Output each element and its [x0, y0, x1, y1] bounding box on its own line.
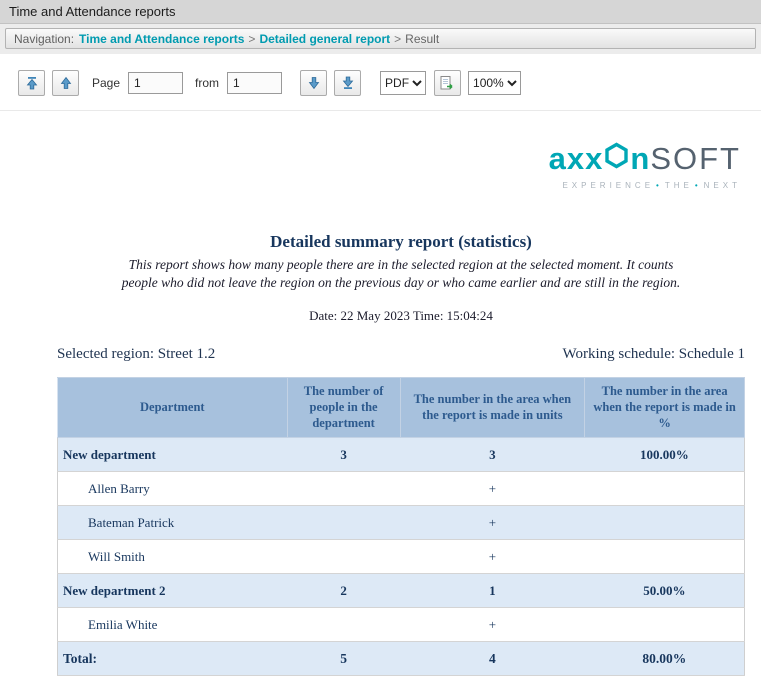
report-title: Detailed summary report (statistics) [57, 232, 745, 252]
last-page-button[interactable] [334, 70, 361, 96]
breadcrumb: Navigation: Time and Attendance reports >… [5, 28, 756, 49]
department-cell: Emilia White [58, 608, 288, 642]
department-cell: Total: [58, 642, 288, 676]
report-page: axx nSOFT EXPERIENCE•THE•NEXT Detailed s… [0, 141, 761, 676]
breadcrumb-separator: > [248, 32, 255, 46]
value-cell: 50.00% [585, 574, 745, 608]
export-format-select[interactable]: PDF [380, 71, 426, 95]
breadcrumb-item: Result [405, 32, 439, 46]
table-row: Bateman Patrick + [58, 506, 745, 540]
previous-page-button[interactable] [52, 70, 79, 96]
tagline-word: THE [665, 181, 693, 190]
value-cell: 3 [400, 438, 585, 472]
page-count-input[interactable] [227, 72, 282, 94]
department-cell: New department [58, 438, 288, 472]
column-header: The number of people in the department [287, 378, 400, 438]
arrow-up-icon [59, 76, 73, 90]
arrow-down-to-bottom-icon [341, 76, 355, 90]
window-title-bar: Time and Attendance reports [0, 0, 761, 24]
table-header-row: DepartmentThe number of people in the de… [58, 378, 745, 438]
breadcrumb-item[interactable]: Time and Attendance reports [79, 32, 244, 46]
table-row: New department 22150.00% [58, 574, 745, 608]
tagline-word: NEXT [704, 181, 741, 190]
export-button[interactable] [434, 70, 461, 96]
table-row: Total:5480.00% [58, 642, 745, 676]
column-header: Department [58, 378, 288, 438]
column-header: The number in the area when the report i… [400, 378, 585, 438]
table-row: Will Smith + [58, 540, 745, 574]
value-cell [585, 506, 745, 540]
table-row: Allen Barry + [58, 472, 745, 506]
value-cell: 100.00% [585, 438, 745, 472]
toolbar: Page from PDF 100% [0, 54, 761, 111]
value-cell: 4 [400, 642, 585, 676]
value-cell [585, 472, 745, 506]
value-cell [287, 608, 400, 642]
value-cell: 1 [400, 574, 585, 608]
window-title: Time and Attendance reports [9, 4, 175, 19]
value-cell [287, 506, 400, 540]
logo-text-axx: axx [549, 141, 604, 177]
next-page-button[interactable] [300, 70, 327, 96]
export-report-icon [439, 75, 456, 91]
logo-tagline: EXPERIENCE•THE•NEXT [57, 181, 741, 190]
breadcrumb-wrapper: Navigation: Time and Attendance reports >… [0, 24, 761, 54]
value-cell: 80.00% [585, 642, 745, 676]
breadcrumb-item[interactable]: Detailed general report [259, 32, 390, 46]
report-description: This report shows how many people there … [115, 256, 687, 292]
department-cell: Will Smith [58, 540, 288, 574]
value-cell: 2 [287, 574, 400, 608]
value-cell: 5 [287, 642, 400, 676]
value-cell [585, 608, 745, 642]
logo-text-soft: SOFT [650, 141, 741, 177]
page-input[interactable] [128, 72, 183, 94]
value-cell: + [400, 472, 585, 506]
tagline-dot-icon: • [656, 181, 663, 190]
value-cell [585, 540, 745, 574]
department-cell: Bateman Patrick [58, 506, 288, 540]
arrow-down-icon [307, 76, 321, 90]
report-table: DepartmentThe number of people in the de… [57, 377, 745, 676]
report-datetime: Date: 22 May 2023 Time: 15:04:24 [57, 308, 745, 324]
arrow-up-to-top-icon [25, 76, 39, 90]
first-page-button[interactable] [18, 70, 45, 96]
table-row: New department33100.00% [58, 438, 745, 472]
working-schedule-label: Working schedule: Schedule 1 [563, 346, 746, 363]
breadcrumb-separator: > [394, 32, 401, 46]
logo-text-n: n [630, 141, 650, 177]
selected-region-label: Selected region: Street 1.2 [57, 346, 215, 363]
tagline-word: EXPERIENCE [562, 181, 654, 190]
value-cell: 3 [287, 438, 400, 472]
breadcrumb-label: Navigation: [14, 32, 74, 46]
breadcrumb-items: Time and Attendance reports > Detailed gen… [79, 32, 439, 46]
value-cell: + [400, 608, 585, 642]
axxonsoft-logo: axx nSOFT EXPERIENCE•THE•NEXT [57, 141, 745, 190]
value-cell [287, 472, 400, 506]
value-cell: + [400, 540, 585, 574]
page-label: Page [92, 76, 120, 90]
department-cell: New department 2 [58, 574, 288, 608]
value-cell: + [400, 506, 585, 540]
table-row: Emilia White + [58, 608, 745, 642]
zoom-select[interactable]: 100% [468, 71, 521, 95]
value-cell [287, 540, 400, 574]
column-header: The number in the area when the report i… [585, 378, 745, 438]
hexagon-o-icon [604, 141, 629, 177]
tagline-dot-icon: • [695, 181, 702, 190]
from-label: from [195, 76, 219, 90]
department-cell: Allen Barry [58, 472, 288, 506]
table-body: New department33100.00%Allen Barry+Batem… [58, 438, 745, 676]
